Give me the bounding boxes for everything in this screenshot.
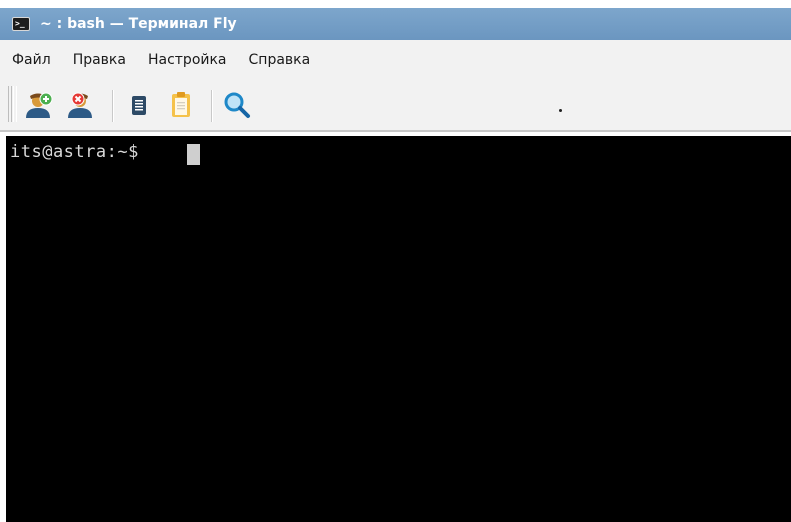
terminal-app-icon-glyph: >_ — [15, 19, 25, 28]
paste-button[interactable] — [166, 90, 196, 120]
toolbar-separator-2 — [211, 90, 212, 122]
terminal-app-icon: >_ — [12, 17, 30, 31]
pointer-dot — [559, 109, 562, 112]
menu-file[interactable]: Файл — [12, 52, 51, 68]
new-session-button[interactable] — [24, 90, 54, 120]
search-button[interactable] — [222, 90, 252, 120]
close-session-icon — [68, 92, 92, 118]
menu-settings[interactable]: Настройка — [148, 52, 227, 68]
paste-icon — [172, 92, 190, 117]
window-title: ~ : bash — Терминал Fly — [40, 16, 237, 32]
copy-button[interactable] — [124, 90, 154, 120]
search-icon — [224, 92, 250, 118]
toolbar — [0, 80, 791, 132]
menu-bar: Файл Правка Настройка Справка — [0, 40, 791, 80]
terminal-window: >_ ~ : bash — Терминал Fly Файл Правка Н… — [0, 0, 791, 522]
text-cursor — [187, 144, 200, 165]
menu-help[interactable]: Справка — [249, 52, 311, 68]
close-session-button[interactable] — [66, 90, 96, 120]
title-bar[interactable]: >_ ~ : bash — Терминал Fly — [0, 8, 791, 40]
shell-prompt: its@astra:~$ — [10, 142, 150, 162]
new-session-icon — [26, 92, 53, 118]
toolbar-separator — [112, 90, 113, 122]
toolbar-grip-2 — [11, 86, 17, 122]
copy-icon — [132, 96, 146, 115]
menu-edit[interactable]: Правка — [73, 52, 126, 68]
terminal-area[interactable]: its@astra:~$ — [6, 136, 791, 522]
